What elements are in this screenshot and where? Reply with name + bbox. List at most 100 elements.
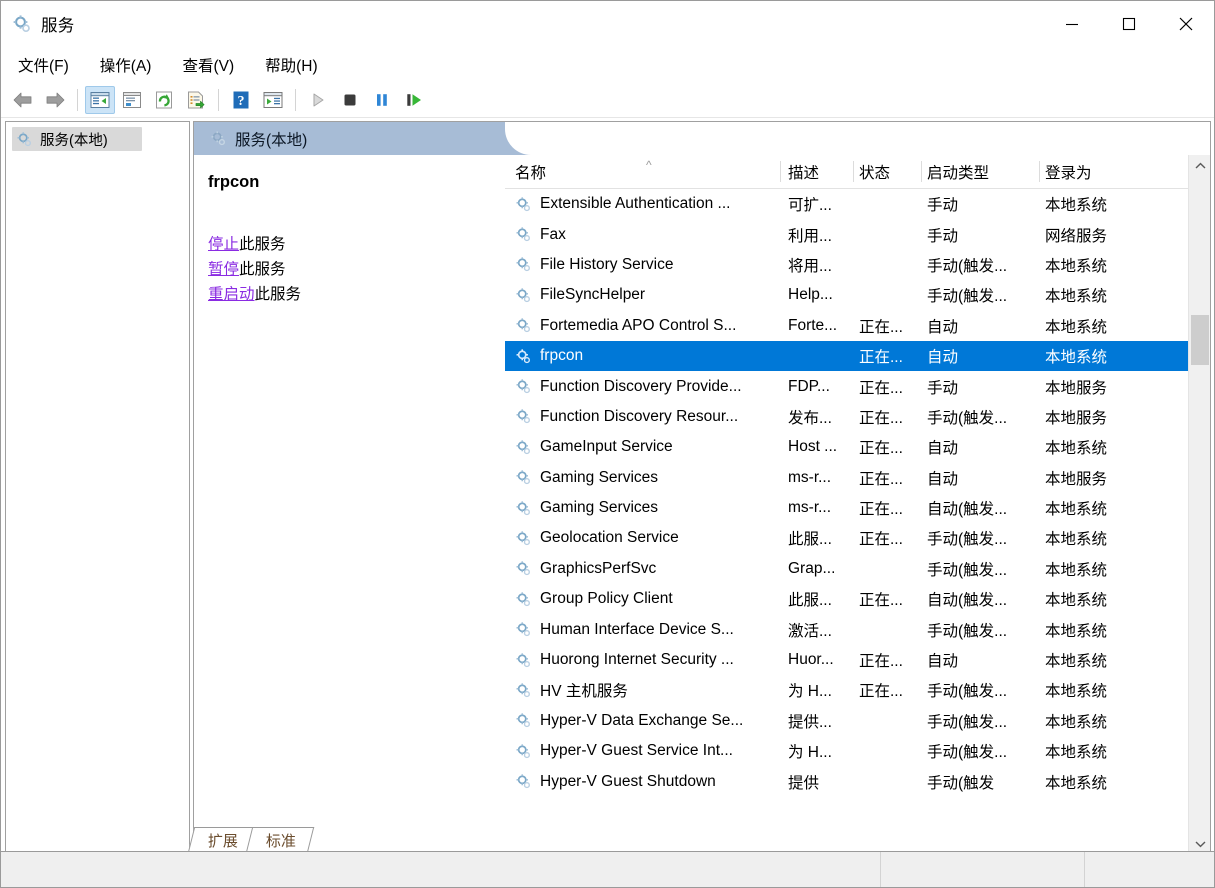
start-service-button[interactable] bbox=[303, 86, 333, 114]
help-button[interactable]: ? bbox=[226, 86, 256, 114]
table-row[interactable]: File History Service 将用... 手动(触发... 本地系统 bbox=[505, 250, 1188, 280]
tab-standard-label: 标准 bbox=[265, 833, 296, 850]
table-row[interactable]: GameInput Service Host ... 正在... 自动 本地系统 bbox=[505, 432, 1188, 462]
status-bar-cell-a bbox=[880, 852, 1084, 887]
table-row[interactable]: Hyper-V Guest Shutdown 提供 手动(触发 本地系统 bbox=[505, 766, 1188, 796]
services-gear-icon bbox=[515, 196, 532, 213]
table-row[interactable]: Extensible Authentication ... 可扩... 手动 本地系统 bbox=[505, 189, 1188, 219]
cell-log-on-as: 本地服务 bbox=[1045, 409, 1108, 427]
column-header-status[interactable]: 状态 bbox=[853, 155, 921, 189]
table-row[interactable]: Group Policy Client 此服... 正在... 自动(触发... 本地系… bbox=[505, 584, 1188, 614]
service-name-text: frpcon bbox=[540, 347, 584, 365]
column-header-log-on-as[interactable]: 登录为 bbox=[1039, 155, 1149, 189]
table-row[interactable]: GraphicsPerfSvc Grap... 手动(触发... 本地系统 bbox=[505, 554, 1188, 584]
window-title: 服务 bbox=[41, 17, 75, 35]
cell-description: 可扩... bbox=[788, 197, 832, 215]
cell-description: ms-r... bbox=[788, 499, 832, 517]
cell-status: 正在... bbox=[859, 379, 903, 397]
menu-file[interactable]: 文件(F) bbox=[15, 51, 81, 80]
service-name-text: Gaming Services bbox=[540, 468, 659, 486]
services-gear-icon bbox=[16, 131, 33, 148]
table-row[interactable]: Hyper-V Guest Service Int... 为 H... 手动(触发.… bbox=[505, 736, 1188, 766]
vertical-scrollbar[interactable] bbox=[1188, 155, 1210, 855]
cell-description: Huor... bbox=[788, 651, 834, 669]
table-row[interactable]: Gaming Services ms-r... 正在... 自动 本地服务 bbox=[505, 463, 1188, 493]
pause-service-button[interactable] bbox=[367, 86, 397, 114]
restart-service-button[interactable] bbox=[399, 86, 429, 114]
results-pane: 服务(本地) frpcon 停止此服务 暂停此服务 重启动此服务 名称 ^ 描述… bbox=[193, 121, 1211, 856]
service-name-text: Huorong Internet Security ... bbox=[540, 651, 734, 669]
cell-log-on-as: 本地系统 bbox=[1045, 774, 1108, 792]
refresh-button[interactable] bbox=[149, 86, 179, 114]
column-header-startup-type[interactable]: 启动类型 bbox=[921, 155, 1039, 189]
cell-status: 正在... bbox=[859, 592, 903, 610]
services-gear-icon bbox=[515, 469, 532, 486]
export-list-button[interactable] bbox=[181, 86, 211, 114]
cell-description: Grap... bbox=[788, 559, 836, 577]
cell-description: Help... bbox=[788, 286, 833, 304]
column-header-name-label: 名称 bbox=[515, 165, 547, 182]
table-row[interactable]: Human Interface Device S... 激活... 手动(触发...… bbox=[505, 614, 1188, 644]
restart-service-link[interactable]: 重启动 bbox=[208, 286, 255, 303]
table-row[interactable]: Function Discovery Resour... 发布... 正在... 手动… bbox=[505, 402, 1188, 432]
close-button[interactable] bbox=[1157, 1, 1214, 47]
toolbar-separator bbox=[218, 89, 219, 111]
services-list: 名称 ^ 描述 状态 启动类型 登录为 Extensible Authentic… bbox=[505, 155, 1210, 855]
table-row[interactable]: frpcon 正在... 自动 本地系统 bbox=[505, 340, 1188, 372]
cell-service-name: Hyper-V Guest Shutdown bbox=[505, 773, 780, 791]
content-area: 服务(本地) 服务(本地) frpcon 停止此服务 暂停此服务 重启动此服务 … bbox=[5, 121, 1211, 856]
service-name-text: GraphicsPerfSvc bbox=[540, 559, 657, 577]
table-row[interactable]: Function Discovery Provide... FDP... 正在...… bbox=[505, 371, 1188, 401]
service-name-text: Function Discovery Provide... bbox=[540, 377, 742, 395]
cell-startup-type: 手动(触发 bbox=[927, 774, 995, 792]
forward-button[interactable] bbox=[40, 86, 70, 114]
table-row[interactable]: Huorong Internet Security ... Huor... 正在..… bbox=[505, 645, 1188, 675]
properties-window-button[interactable] bbox=[117, 86, 147, 114]
cell-description: 此服... bbox=[788, 592, 832, 610]
back-button[interactable] bbox=[8, 86, 38, 114]
scrollbar-thumb[interactable] bbox=[1191, 315, 1209, 365]
menu-view[interactable]: 查看(V) bbox=[179, 51, 246, 80]
tree-node-services-local[interactable]: 服务(本地) bbox=[12, 127, 142, 151]
minimize-button[interactable] bbox=[1043, 1, 1100, 47]
cell-service-name: HV 主机服务 bbox=[505, 679, 780, 701]
cell-startup-type: 手动(触发... bbox=[927, 622, 1008, 640]
cell-startup-type: 手动(触发... bbox=[927, 744, 1008, 762]
cell-startup-type: 手动(触发... bbox=[927, 561, 1008, 579]
cell-description: 发布... bbox=[788, 409, 832, 427]
cell-service-name: Extensible Authentication ... bbox=[505, 195, 780, 213]
menu-help[interactable]: 帮助(H) bbox=[262, 51, 330, 80]
service-name-text: Extensible Authentication ... bbox=[540, 195, 731, 213]
maximize-button[interactable] bbox=[1100, 1, 1157, 47]
column-header-description[interactable]: 描述 bbox=[780, 155, 853, 189]
sort-ascending-icon: ^ bbox=[646, 158, 652, 172]
pause-service-suffix: 此服务 bbox=[239, 261, 286, 278]
services-gear-icon bbox=[515, 256, 532, 273]
toolbar-separator bbox=[77, 89, 78, 111]
cell-log-on-as: 本地系统 bbox=[1045, 257, 1108, 275]
table-row[interactable]: Gaming Services ms-r... 正在... 自动(触发... 本地系统 bbox=[505, 493, 1188, 523]
cell-startup-type: 自动 bbox=[927, 653, 959, 671]
table-row[interactable]: Geolocation Service 此服... 正在... 手动(触发... 本地系… bbox=[505, 523, 1188, 553]
menu-action[interactable]: 操作(A) bbox=[97, 51, 164, 80]
column-header-name[interactable]: 名称 ^ bbox=[505, 155, 780, 189]
table-row[interactable]: Hyper-V Data Exchange Se... 提供... 手动(触发...… bbox=[505, 706, 1188, 736]
services-gear-icon bbox=[515, 682, 532, 699]
table-row[interactable]: Fax 利用... 手动 网络服务 bbox=[505, 219, 1188, 249]
pause-service-link[interactable]: 暂停 bbox=[208, 261, 239, 278]
restart-service-action: 重启动此服务 bbox=[208, 282, 491, 307]
table-row[interactable]: FileSyncHelper Help... 手动(触发... 本地系统 bbox=[505, 280, 1188, 310]
tab-standard[interactable]: 标准 bbox=[245, 827, 315, 853]
stop-service-button[interactable] bbox=[335, 86, 365, 114]
stop-service-link[interactable]: 停止 bbox=[208, 236, 239, 253]
services-gear-icon bbox=[515, 439, 532, 456]
services-window: 服务 文件(F) 操作(A) 查看(V) 帮助(H) ? 服务(本地) 服务(本… bbox=[0, 0, 1215, 888]
cell-log-on-as: 本地服务 bbox=[1045, 379, 1108, 397]
table-row[interactable]: HV 主机服务 为 H... 正在... 手动(触发... 本地系统 bbox=[505, 675, 1188, 705]
scroll-up-button[interactable] bbox=[1189, 155, 1210, 177]
cell-log-on-as: 网络服务 bbox=[1045, 227, 1108, 245]
table-row[interactable]: Fortemedia APO Control S... Forte... 正在...… bbox=[505, 311, 1188, 341]
show-action-pane-button[interactable] bbox=[258, 86, 288, 114]
show-hide-console-tree-button[interactable] bbox=[85, 86, 115, 114]
cell-service-name: Geolocation Service bbox=[505, 529, 780, 547]
